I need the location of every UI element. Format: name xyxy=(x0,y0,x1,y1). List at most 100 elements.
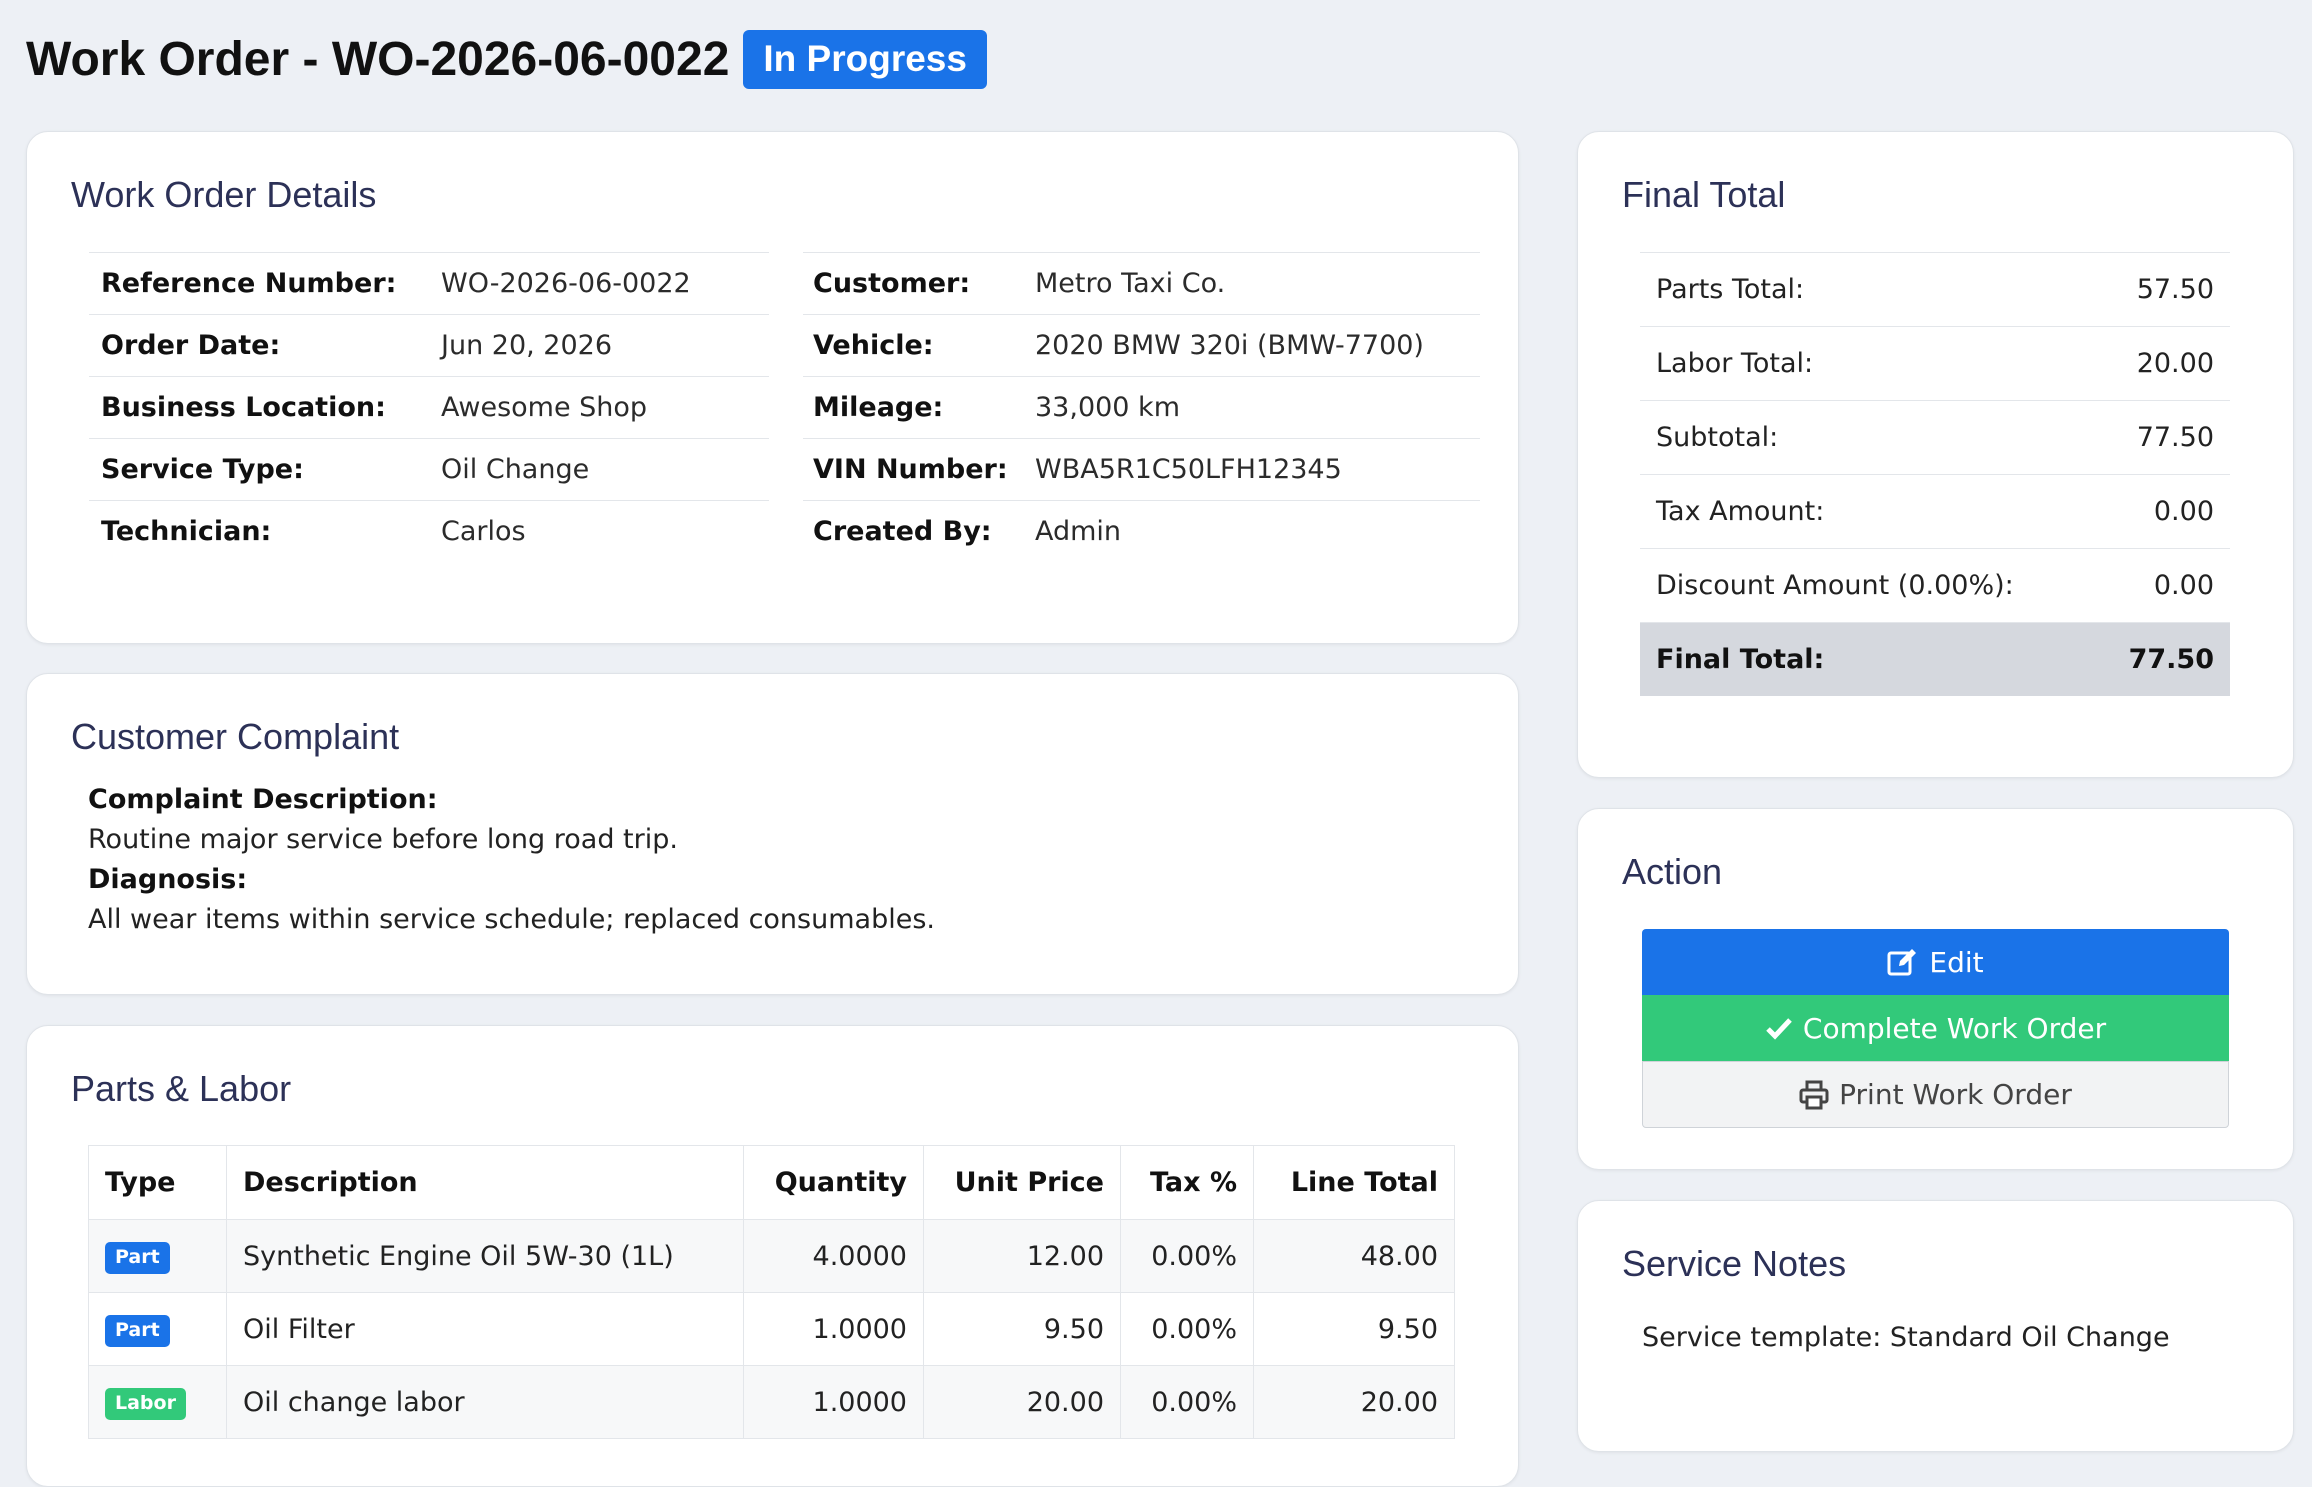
tax-cell: 0.00% xyxy=(1120,1365,1254,1439)
quantity-cell: 1.0000 xyxy=(743,1365,924,1439)
final-total-value: 77.50 xyxy=(2093,622,2230,696)
detail-value: WBA5R1C50LFH12345 xyxy=(1035,438,1480,501)
detail-label: Technician: xyxy=(89,500,441,562)
column-header-description: Description xyxy=(226,1145,744,1220)
edit-icon xyxy=(1887,949,1917,976)
action-card-title: Action xyxy=(1622,851,1723,892)
totals-value: 0.00 xyxy=(2093,474,2230,549)
detail-value: Metro Taxi Co. xyxy=(1035,252,1480,315)
line-total-cell: 20.00 xyxy=(1253,1365,1455,1439)
details-right-table: Customer: Metro Taxi Co. Vehicle: 2020 BMW… xyxy=(803,252,1480,562)
description-cell: Synthetic Engine Oil 5W-30 (1L) xyxy=(226,1219,744,1293)
check-icon xyxy=(1766,1018,1792,1040)
totals-row: Subtotal: 77.50 xyxy=(1640,400,2230,475)
print-button-label: Print Work Order xyxy=(1839,1078,2072,1111)
detail-row: Service Type: Oil Change xyxy=(89,438,769,501)
detail-row: Technician: Carlos xyxy=(89,500,769,562)
final-total-label: Final Total: xyxy=(1640,622,2094,696)
column-header-quantity: Quantity xyxy=(743,1145,924,1220)
column-header-unit-price: Unit Price xyxy=(923,1145,1121,1220)
totals-table: Parts Total: 57.50 Labor Total: 20.00 Subt… xyxy=(1640,252,2230,696)
quantity-cell: 4.0000 xyxy=(743,1219,924,1293)
print-work-order-button[interactable]: Print Work Order xyxy=(1642,1061,2229,1128)
detail-label: Mileage: xyxy=(803,376,1035,439)
detail-row: Business Location: Awesome Shop xyxy=(89,376,769,439)
detail-label: VIN Number: xyxy=(803,438,1035,501)
page-title-text: Work Order - WO-2026-06-0022 xyxy=(26,33,730,86)
detail-label: Order Date: xyxy=(89,314,441,377)
parts-card-title: Parts & Labor xyxy=(71,1068,292,1109)
part-badge: Part xyxy=(105,1314,170,1347)
detail-value: Oil Change xyxy=(441,438,769,501)
column-header-type: Type xyxy=(88,1145,227,1220)
detail-label: Business Location: xyxy=(89,376,441,439)
type-cell: Labor xyxy=(88,1365,227,1439)
totals-value: 77.50 xyxy=(2093,400,2230,475)
totals-card-title: Final Total xyxy=(1622,174,1786,215)
printer-icon xyxy=(1799,1080,1829,1109)
detail-value: Jun 20, 2026 xyxy=(441,314,769,377)
final-total-row: Final Total: 77.50 xyxy=(1640,622,2230,696)
totals-value: 20.00 xyxy=(2093,326,2230,401)
complaint-card-title: Customer Complaint xyxy=(71,716,400,757)
complaint-body: Complaint Description: Routine major ser… xyxy=(88,780,935,940)
detail-value: Admin xyxy=(1035,500,1480,562)
quantity-cell: 1.0000 xyxy=(743,1292,924,1366)
line-total-cell: 48.00 xyxy=(1253,1219,1455,1293)
details-card-title: Work Order Details xyxy=(71,174,377,215)
type-cell: Part xyxy=(88,1219,227,1293)
detail-row: Order Date: Jun 20, 2026 xyxy=(89,314,769,377)
tax-cell: 0.00% xyxy=(1120,1292,1254,1366)
complete-button-label: Complete Work Order xyxy=(1802,1011,2107,1045)
diagnosis-label: Diagnosis: xyxy=(88,864,248,895)
service-notes-text: Service template: Standard Oil Change xyxy=(1642,1322,2170,1353)
table-row: Part Synthetic Engine Oil 5W-30 (1L) 4.0… xyxy=(88,1219,1455,1293)
totals-row: Labor Total: 20.00 xyxy=(1640,326,2230,401)
totals-row: Discount Amount (0.00%): 0.00 xyxy=(1640,548,2230,623)
type-cell: Part xyxy=(88,1292,227,1366)
detail-label: Vehicle: xyxy=(803,314,1035,377)
totals-label: Discount Amount (0.00%): xyxy=(1640,548,2094,623)
detail-label: Created By: xyxy=(803,500,1035,562)
edit-button[interactable]: Edit xyxy=(1642,929,2229,995)
unit-price-cell: 20.00 xyxy=(923,1365,1121,1439)
detail-label: Customer: xyxy=(803,252,1035,315)
details-left-table: Reference Number: WO-2026-06-0022 Order D… xyxy=(89,252,769,562)
table-header-row: Type Description Quantity Unit Price Tax… xyxy=(88,1145,1455,1220)
totals-row: Parts Total: 57.50 xyxy=(1640,252,2230,327)
detail-label: Reference Number: xyxy=(89,252,441,315)
table-row: Part Oil Filter 1.0000 9.50 0.00% 9.50 xyxy=(88,1292,1455,1366)
line-total-cell: 9.50 xyxy=(1253,1292,1455,1366)
detail-label: Service Type: xyxy=(89,438,441,501)
detail-value: Carlos xyxy=(441,500,769,562)
totals-label: Labor Total: xyxy=(1640,326,2094,401)
tax-cell: 0.00% xyxy=(1120,1219,1254,1293)
complaint-description: Routine major service before long road t… xyxy=(88,824,678,855)
totals-value: 57.50 xyxy=(2093,252,2230,327)
totals-label: Subtotal: xyxy=(1640,400,2094,475)
totals-row: Tax Amount: 0.00 xyxy=(1640,474,2230,549)
part-badge: Part xyxy=(105,1241,170,1274)
edit-button-label: Edit xyxy=(1929,945,1984,979)
unit-price-cell: 12.00 xyxy=(923,1219,1121,1293)
detail-row: Customer: Metro Taxi Co. xyxy=(803,252,1480,315)
labor-badge: Labor xyxy=(105,1387,186,1420)
description-cell: Oil change labor xyxy=(226,1365,744,1439)
diagnosis-text: All wear items within service schedule; … xyxy=(88,904,935,935)
detail-row: Vehicle: 2020 BMW 320i (BMW-7700) xyxy=(803,314,1480,377)
detail-value: WO-2026-06-0022 xyxy=(441,252,769,315)
column-header-line-total: Line Total xyxy=(1253,1145,1455,1220)
complete-work-order-button[interactable]: Complete Work Order xyxy=(1642,995,2229,1061)
detail-value: 33,000 km xyxy=(1035,376,1480,439)
column-header-tax: Tax % xyxy=(1120,1145,1254,1220)
unit-price-cell: 9.50 xyxy=(923,1292,1121,1366)
table-row: Labor Oil change labor 1.0000 20.00 0.00… xyxy=(88,1365,1455,1439)
totals-label: Tax Amount: xyxy=(1640,474,2094,549)
parts-labor-table: Type Description Quantity Unit Price Tax… xyxy=(88,1145,1455,1439)
complaint-description-label: Complaint Description: xyxy=(88,784,438,815)
detail-row: Created By: Admin xyxy=(803,500,1480,562)
detail-row: Reference Number: WO-2026-06-0022 xyxy=(89,252,769,315)
page-title: Work Order - WO-2026-06-0022 In Progress xyxy=(26,30,987,89)
details-card: Work Order Details Reference Number: WO-2… xyxy=(26,131,1519,644)
detail-row: VIN Number: WBA5R1C50LFH12345 xyxy=(803,438,1480,501)
